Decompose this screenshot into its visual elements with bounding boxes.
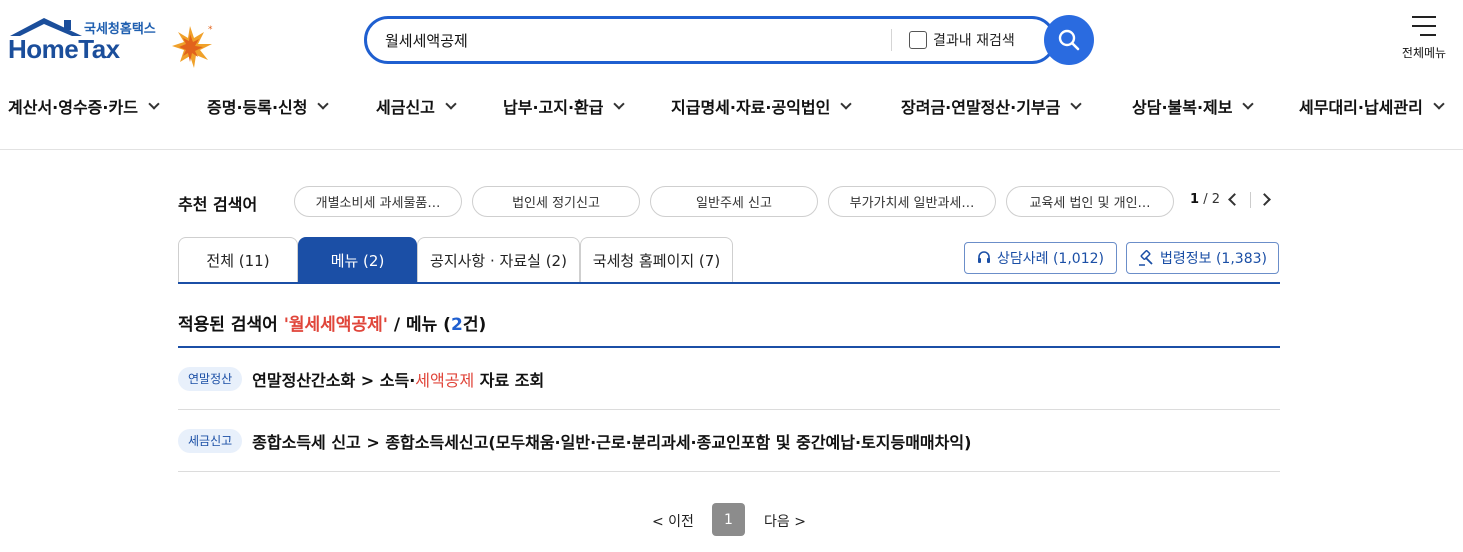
gnb-item-certificate[interactable]: 증명·등록·신청	[207, 94, 330, 118]
tab-menu[interactable]: 메뉴 (2)	[298, 237, 417, 282]
all-menu-label: 전체메뉴	[1401, 46, 1447, 60]
page-number-current[interactable]: 1	[712, 503, 745, 536]
arrow-divider	[1250, 192, 1251, 208]
result-title[interactable]: 종합소득세 신고 > 종합소득세신고(모두채움·일반·근로·분리과세·종교인포함…	[252, 429, 971, 453]
hamburger-icon	[1412, 16, 1436, 36]
chevron-down-icon	[148, 98, 160, 110]
chevron-right-icon[interactable]	[1258, 193, 1271, 206]
gnb-label: 지급명세·자료·공익법인	[671, 98, 831, 117]
result-path: 종합소득세 신고 > 종합소득세신고(모두채움·일반·근로·분리과세·종교인포함…	[252, 432, 972, 452]
applied-prefix: 적용된 검색어	[178, 315, 278, 335]
recommended-label: 추천 검색어	[178, 195, 258, 214]
research-label: 결과내 재검색	[933, 33, 1015, 49]
gnb-item-year-end[interactable]: 장려금·연말정산·기부금	[901, 94, 1083, 118]
keyword-page-total: / 2	[1203, 192, 1220, 207]
site-header: 국세청홈택스 HomeTax * 결과내 재검색 전체메뉴 계산서·영수증·카드…	[0, 0, 1463, 150]
applied-keyword-heading: 적용된 검색어 '월세세액공제' / 메뉴 (2건)	[178, 310, 486, 335]
law-info-button[interactable]: 법령정보 (1,383)	[1126, 242, 1279, 274]
result-highlight: 세액공제	[415, 370, 475, 390]
gnb-label: 세무대리·납세관리	[1299, 98, 1423, 117]
gnb-label: 세금신고	[376, 98, 435, 117]
chevron-down-icon	[445, 98, 457, 110]
category-badge: 연말정산	[178, 366, 243, 391]
gnb-item-agent[interactable]: 세무대리·납세관리	[1299, 94, 1445, 118]
gnb-item-invoice[interactable]: 계산서·영수증·카드	[8, 94, 160, 118]
pagination: < 이전 1 다음 >	[178, 503, 1280, 537]
gnb-label: 계산서·영수증·카드	[8, 98, 138, 117]
research-checkbox[interactable]	[909, 31, 927, 49]
category-badge: 세금신고	[178, 428, 243, 453]
chevron-down-icon	[1433, 98, 1445, 110]
consult-cases-label: 상담사례 (1,012)	[997, 251, 1104, 267]
search-box: 결과내 재검색	[364, 16, 1056, 64]
research-toggle[interactable]: 결과내 재검색	[909, 30, 1015, 50]
autumn-leaf-icon: *	[172, 25, 213, 68]
keyword-page-current: 1	[1190, 192, 1200, 207]
search-button[interactable]	[1044, 15, 1094, 65]
result-item[interactable]: 연말정산 연말정산간소화 > 소득·세액공제 자료 조회	[178, 348, 1280, 410]
keyword-page-indicator: 1 / 2	[1190, 192, 1220, 207]
consult-cases-button[interactable]: 상담사례 (1,012)	[964, 242, 1117, 274]
chevron-down-icon	[1070, 98, 1083, 110]
logo-wordmark: HomeTax	[8, 34, 120, 64]
keyword-chip[interactable]: 법인세 정기신고	[472, 186, 640, 217]
applied-suffix: 건)	[462, 315, 487, 335]
global-nav: 계산서·영수증·카드 증명·등록·신청 세금신고 납부·고지·환급 지급명세·자…	[0, 94, 1463, 124]
keyword-chip[interactable]: 일반주세 신고	[650, 186, 818, 217]
keyword-chip[interactable]: 개별소비세 과세물품…	[294, 186, 462, 217]
result-item[interactable]: 세금신고 종합소득세 신고 > 종합소득세신고(모두채움·일반·근로·분리과세·…	[178, 410, 1280, 472]
result-path: 연말정산간소화 > 소득·	[252, 370, 416, 390]
prev-page-link[interactable]: < 이전	[652, 511, 694, 531]
svg-text:*: *	[208, 25, 213, 35]
result-tabs: 전체 (11) 메뉴 (2) 공지사항 · 자료실 (2) 국세청 홈페이지 (…	[178, 237, 1280, 284]
gavel-icon	[1139, 250, 1153, 266]
headset-icon	[978, 251, 990, 263]
law-info-label: 법령정보 (1,383)	[1160, 251, 1267, 267]
applied-keyword: '월세세액공제'	[283, 315, 388, 335]
gnb-item-tax-filing[interactable]: 세금신고	[376, 94, 457, 118]
chevron-left-icon[interactable]	[1228, 193, 1241, 206]
tab-notice[interactable]: 공지사항 · 자료실 (2)	[417, 237, 580, 282]
gnb-label: 장려금·연말정산·기부금	[901, 98, 1061, 117]
applied-count: 2	[450, 315, 463, 335]
chevron-down-icon	[613, 98, 626, 110]
all-menu-button[interactable]: 전체메뉴	[1398, 16, 1450, 61]
search-icon	[1058, 29, 1080, 51]
gnb-item-statement[interactable]: 지급명세·자료·공익법인	[671, 94, 853, 118]
tab-all[interactable]: 전체 (11)	[178, 237, 298, 282]
hometax-logo[interactable]: 국세청홈택스 HomeTax *	[8, 16, 218, 72]
next-page-link[interactable]: 다음 >	[764, 511, 806, 531]
chevron-down-icon	[840, 98, 853, 110]
gnb-item-consult[interactable]: 상담·불복·제보	[1132, 94, 1255, 118]
tab-nts-homepage[interactable]: 국세청 홈페이지 (7)	[580, 237, 733, 282]
search-input[interactable]	[385, 28, 875, 52]
applied-mid: / 메뉴 (	[393, 315, 451, 335]
gnb-label: 증명·등록·신청	[207, 98, 308, 117]
recommended-keywords: 추천 검색어 개별소비세 과세물품… 법인세 정기신고 일반주세 신고 부가가치…	[178, 186, 1280, 218]
keyword-chip[interactable]: 부가가치세 일반과세…	[828, 186, 996, 217]
keyword-chip[interactable]: 교육세 법인 및 개인…	[1006, 186, 1174, 217]
gnb-label: 납부·고지·환급	[503, 98, 604, 117]
chevron-down-icon	[1242, 98, 1255, 110]
result-suffix: 자료 조회	[474, 370, 545, 390]
chevron-down-icon	[317, 98, 330, 110]
search-divider	[891, 29, 892, 51]
gnb-item-payment[interactable]: 납부·고지·환급	[503, 94, 626, 118]
result-title[interactable]: 연말정산간소화 > 소득·세액공제 자료 조회	[252, 367, 544, 391]
gnb-label: 상담·불복·제보	[1132, 98, 1233, 117]
